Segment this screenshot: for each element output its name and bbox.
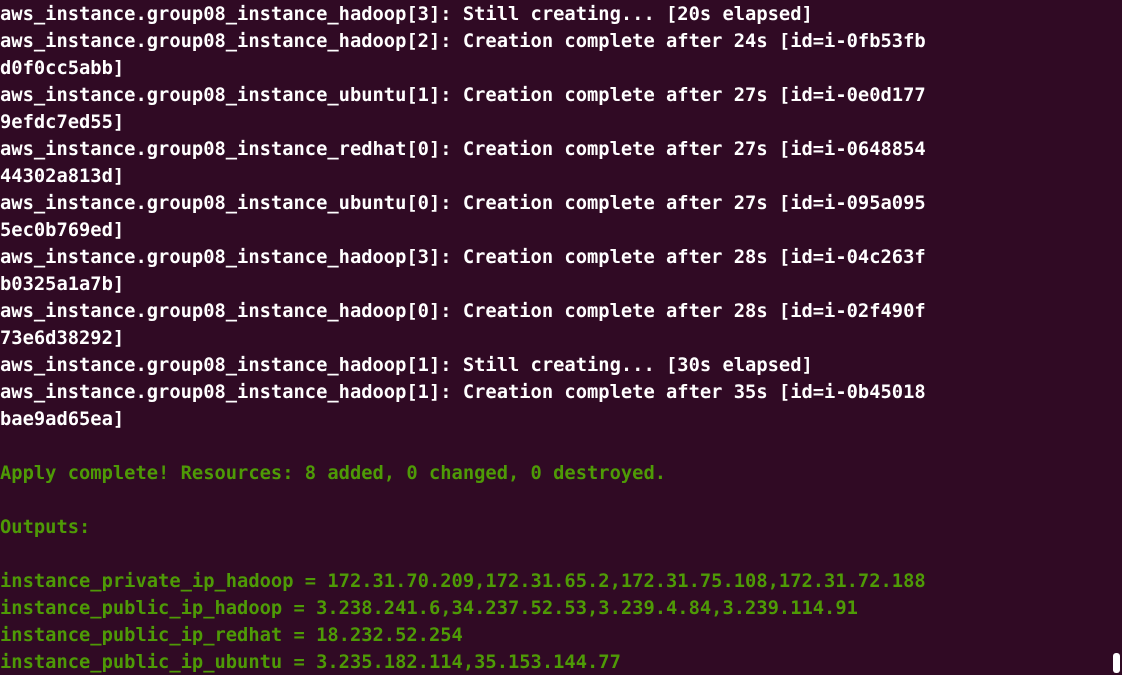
terminal-line: aws_instance.group08_instance_hadoop[1]:… (0, 382, 926, 403)
terminal-window[interactable]: aws_instance.group08_instance_hadoop[3]:… (0, 0, 1122, 675)
outputs-heading: Outputs: (0, 517, 91, 538)
terminal-line: bae9ad65ea] (0, 409, 125, 430)
output-private-ip-hadoop: instance_private_ip_hadoop = 172.31.70.2… (0, 571, 926, 592)
terminal-line: aws_instance.group08_instance_hadoop[1]:… (0, 355, 813, 376)
terminal-line: aws_instance.group08_instance_hadoop[3]:… (0, 247, 926, 268)
terminal-line: aws_instance.group08_instance_ubuntu[0]:… (0, 193, 926, 214)
terminal-line: 9efdc7ed55] (0, 112, 125, 133)
terminal-line: 5ec0b769ed] (0, 220, 125, 241)
terminal-line: aws_instance.group08_instance_redhat[0]:… (0, 139, 926, 160)
output-public-ip-redhat: instance_public_ip_redhat = 18.232.52.25… (0, 625, 463, 646)
output-public-ip-ubuntu: instance_public_ip_ubuntu = 3.235.182.11… (0, 652, 621, 673)
terminal-line: b0325a1a7b] (0, 274, 125, 295)
scrollbar-thumb[interactable] (1113, 653, 1120, 673)
terminal-line: 73e6d38292] (0, 328, 125, 349)
apply-summary-line: Apply complete! Resources: 8 added, 0 ch… (0, 463, 667, 484)
terminal-line: aws_instance.group08_instance_ubuntu[1]:… (0, 85, 926, 106)
terminal-line: aws_instance.group08_instance_hadoop[0]:… (0, 301, 926, 322)
terminal-line: 44302a813d] (0, 166, 125, 187)
output-public-ip-hadoop: instance_public_ip_hadoop = 3.238.241.6,… (0, 598, 858, 619)
terminal-line: aws_instance.group08_instance_hadoop[2]:… (0, 31, 926, 52)
terminal-line: aws_instance.group08_instance_hadoop[3]:… (0, 4, 813, 25)
terminal-line: d0f0cc5abb] (0, 58, 125, 79)
